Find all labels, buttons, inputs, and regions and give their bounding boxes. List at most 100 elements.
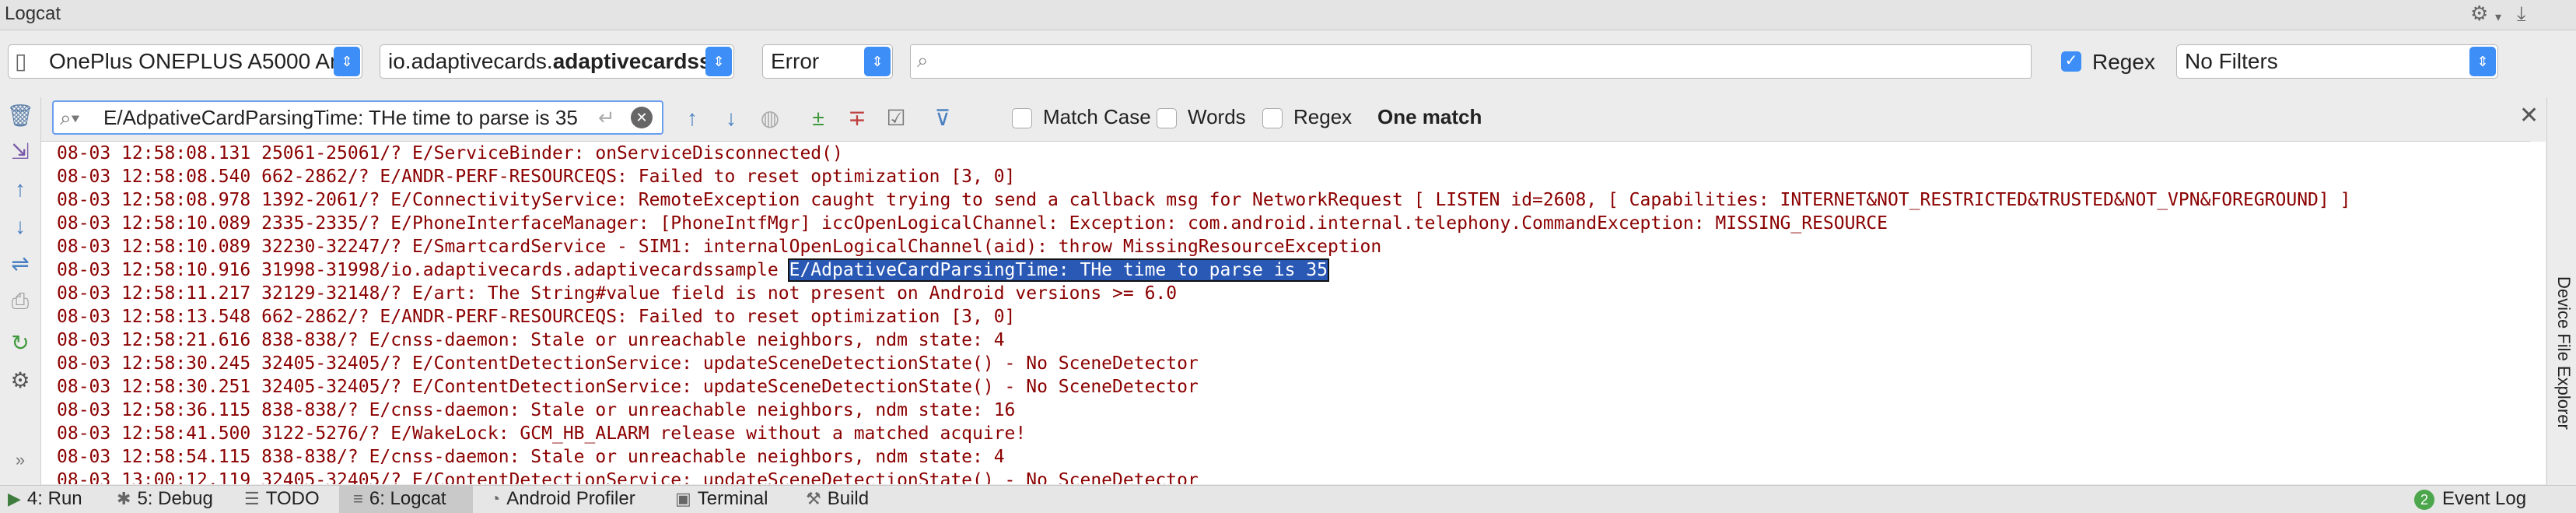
- chevron-updown-icon: ⇕: [2469, 47, 2496, 76]
- log-level-select[interactable]: Error ⇕: [762, 44, 893, 79]
- log-level-value: Error: [771, 49, 820, 73]
- tab-run[interactable]: ▶ 4: Run: [8, 486, 93, 513]
- tab-event-log-label: Event Log: [2442, 488, 2527, 509]
- log-line[interactable]: 08-03 12:58:13.548 662-2862/? E/ANDR-PER…: [57, 305, 1015, 329]
- log-line[interactable]: 08-03 12:58:41.500 3122-5276/? E/WakeLoc…: [57, 422, 1026, 445]
- chevron-updown-icon: ⇕: [334, 47, 360, 76]
- device-select[interactable]: ▯ OnePlus ONEPLUS A5000 An ⇕: [8, 44, 362, 79]
- tab-logcat[interactable]: ≡ 6: Logcat: [339, 486, 473, 513]
- tab-android-profiler[interactable]: ◔ Android Profiler: [490, 486, 661, 513]
- previous-occurrence-icon[interactable]: ↑: [677, 104, 707, 133]
- chevron-updown-icon: ⇕: [705, 47, 732, 76]
- left-toolbar: 🗑 ⇲ ↑ ↓ ⇌ ⎙ ↻ ⚙ »: [0, 97, 41, 485]
- filter-select-value: No Filters: [2185, 49, 2278, 73]
- tab-terminal-label: Terminal: [697, 488, 768, 509]
- tab-run-label: 4: Run: [26, 488, 82, 509]
- tool-window-bar: ▶ 4: Run ✱ 5: Debug ☰ TODO ≡ 6: Logcat ◔ Andr…: [0, 485, 2576, 513]
- soft-wrap-icon[interactable]: ⇌: [6, 250, 34, 278]
- logcat-icon: ≡: [353, 489, 363, 508]
- search-match: E/AdpativeCardParsingTime: THe time to p…: [787, 258, 1329, 282]
- gear-icon[interactable]: ⚙: [2470, 2, 2488, 26]
- chevron-down-icon[interactable]: ▾: [2495, 9, 2501, 25]
- print-icon[interactable]: ⎙: [6, 287, 34, 315]
- filter-icon[interactable]: ⊽: [928, 104, 957, 133]
- process-select[interactable]: io.adaptivecards.adaptivecardss ⇕: [380, 44, 734, 79]
- event-count-badge: 2: [2414, 489, 2434, 510]
- remove-occurrence-icon[interactable]: ∓: [842, 104, 872, 133]
- tab-terminal[interactable]: ▣ Terminal: [675, 486, 784, 513]
- process-select-value: io.adaptivecards.adaptivecardss: [388, 49, 712, 73]
- more-icon[interactable]: »: [6, 446, 34, 474]
- hide-panel-icon[interactable]: ⤓: [2517, 2, 2526, 26]
- match-case-checkbox[interactable]: [1012, 108, 1032, 128]
- tab-build[interactable]: ⚒ Build: [806, 486, 899, 513]
- log-line[interactable]: 08-03 12:58:54.115 838-838/? E/cnss-daem…: [57, 445, 1005, 469]
- find-regex-label: Regex: [1293, 105, 1353, 128]
- next-occurrence-icon[interactable]: ↓: [716, 104, 746, 133]
- log-line[interactable]: 08-03 13:00:12.119 32405-32405/? E/Conte…: [57, 469, 1199, 484]
- todo-icon: ☰: [244, 489, 260, 508]
- trash-icon[interactable]: 🗑: [6, 102, 34, 130]
- title-bar: Logcat ⚙ ▾ ⤓: [0, 0, 2576, 30]
- logcat-search-input[interactable]: ⌕: [910, 44, 2032, 79]
- bug-icon: ✱: [117, 489, 131, 508]
- tab-logcat-label: 6: Logcat: [369, 488, 446, 509]
- scroll-to-end-icon[interactable]: ⇲: [6, 138, 34, 166]
- enter-icon: ↵: [598, 106, 615, 129]
- find-bar: ⌕▾ E/AdpativeCardParsingTime: THe time t…: [41, 97, 2539, 142]
- profiler-icon: ◔: [490, 489, 501, 508]
- log-line[interactable]: 08-03 12:58:30.245 32405-32405/? E/Conte…: [57, 352, 1199, 375]
- find-query: E/AdpativeCardParsingTime: THe time to p…: [103, 106, 578, 129]
- tab-event-log[interactable]: 2 Event Log: [2414, 486, 2570, 513]
- find-in-path-icon[interactable]: ◍: [755, 104, 785, 133]
- match-case-label: Match Case: [1043, 105, 1151, 128]
- regex-checkbox[interactable]: ✓: [2061, 51, 2081, 72]
- find-input[interactable]: ⌕▾ E/AdpativeCardParsingTime: THe time t…: [52, 100, 663, 135]
- log-line[interactable]: 08-03 12:58:08.540 662-2862/? E/ANDR-PER…: [57, 165, 1015, 188]
- play-icon: ▶: [8, 489, 21, 508]
- search-history-icon[interactable]: ⌕▾: [60, 102, 79, 133]
- log-line-highlighted[interactable]: 08-03 12:58:10.916 31998-31998/io.adapti…: [57, 258, 1329, 282]
- log-line[interactable]: 08-03 12:58:10.089 2335-2335/? E/PhoneIn…: [57, 212, 1888, 235]
- chevron-updown-icon: ⇕: [864, 47, 891, 76]
- regex-label: Regex: [2092, 50, 2155, 74]
- right-tool-strip: Device File Explorer: [2546, 97, 2576, 485]
- log-output[interactable]: 08-03 12:58:08.131 25061-25061/? E/Servi…: [41, 142, 2546, 484]
- log-line[interactable]: 08-03 12:58:08.978 1392-2061/? E/Connect…: [57, 188, 2350, 212]
- words-label: Words: [1188, 105, 1246, 128]
- log-line[interactable]: 08-03 12:58:21.616 838-838/? E/cnss-daem…: [57, 329, 1005, 352]
- log-line[interactable]: 08-03 12:58:36.115 838-838/? E/cnss-daem…: [57, 399, 1015, 422]
- tab-debug-label: 5: Debug: [137, 488, 213, 509]
- filter-select[interactable]: No Filters ⇕: [2176, 44, 2498, 79]
- select-all-occurrences-icon[interactable]: ☑: [881, 104, 911, 133]
- log-line[interactable]: 08-03 12:58:08.131 25061-25061/? E/Servi…: [57, 142, 843, 165]
- tab-debug[interactable]: ✱ 5: Debug: [117, 486, 226, 513]
- log-line-prefix: 08-03 12:58:10.916 31998-31998/io.adapti…: [57, 260, 789, 280]
- build-icon: ⚒: [806, 489, 821, 508]
- match-count: One match: [1377, 105, 1482, 128]
- clear-icon[interactable]: ✕: [631, 107, 653, 128]
- terminal-icon: ▣: [675, 489, 691, 508]
- arrow-up-icon[interactable]: ↑: [6, 175, 34, 203]
- log-line[interactable]: 08-03 12:58:10.089 32230-32247/? E/Smart…: [57, 235, 1381, 258]
- window-title: Logcat: [5, 3, 61, 24]
- tab-build-label: Build: [827, 488, 870, 509]
- restart-icon[interactable]: ↻: [6, 329, 34, 357]
- device-file-explorer-tab[interactable]: Device File Explorer: [2549, 276, 2574, 494]
- add-occurrence-icon[interactable]: ±: [803, 104, 833, 133]
- device-select-value: OnePlus ONEPLUS A5000 An: [49, 49, 342, 73]
- arrow-down-icon[interactable]: ↓: [6, 213, 34, 241]
- log-line[interactable]: 08-03 12:58:30.251 32405-32405/? E/Conte…: [57, 375, 1199, 399]
- tab-todo-label: TODO: [265, 488, 320, 509]
- log-line[interactable]: 08-03 12:58:11.217 32129-32148/? E/art: …: [57, 282, 1177, 305]
- close-icon[interactable]: ✕: [2519, 102, 2539, 129]
- search-icon: ⌕: [917, 48, 929, 72]
- device-file-explorer-label: Device File Explorer: [2554, 276, 2574, 430]
- logcat-header: ▯ OnePlus ONEPLUS A5000 An ⇕ io.adaptive…: [0, 30, 2576, 97]
- tab-todo[interactable]: ☰ TODO: [244, 486, 330, 513]
- phone-icon: ▯: [15, 49, 27, 73]
- words-checkbox[interactable]: [1157, 108, 1177, 128]
- tab-profiler-label: Android Profiler: [506, 488, 635, 509]
- find-regex-checkbox[interactable]: [1262, 108, 1283, 128]
- settings-icon[interactable]: ⚙: [6, 367, 34, 395]
